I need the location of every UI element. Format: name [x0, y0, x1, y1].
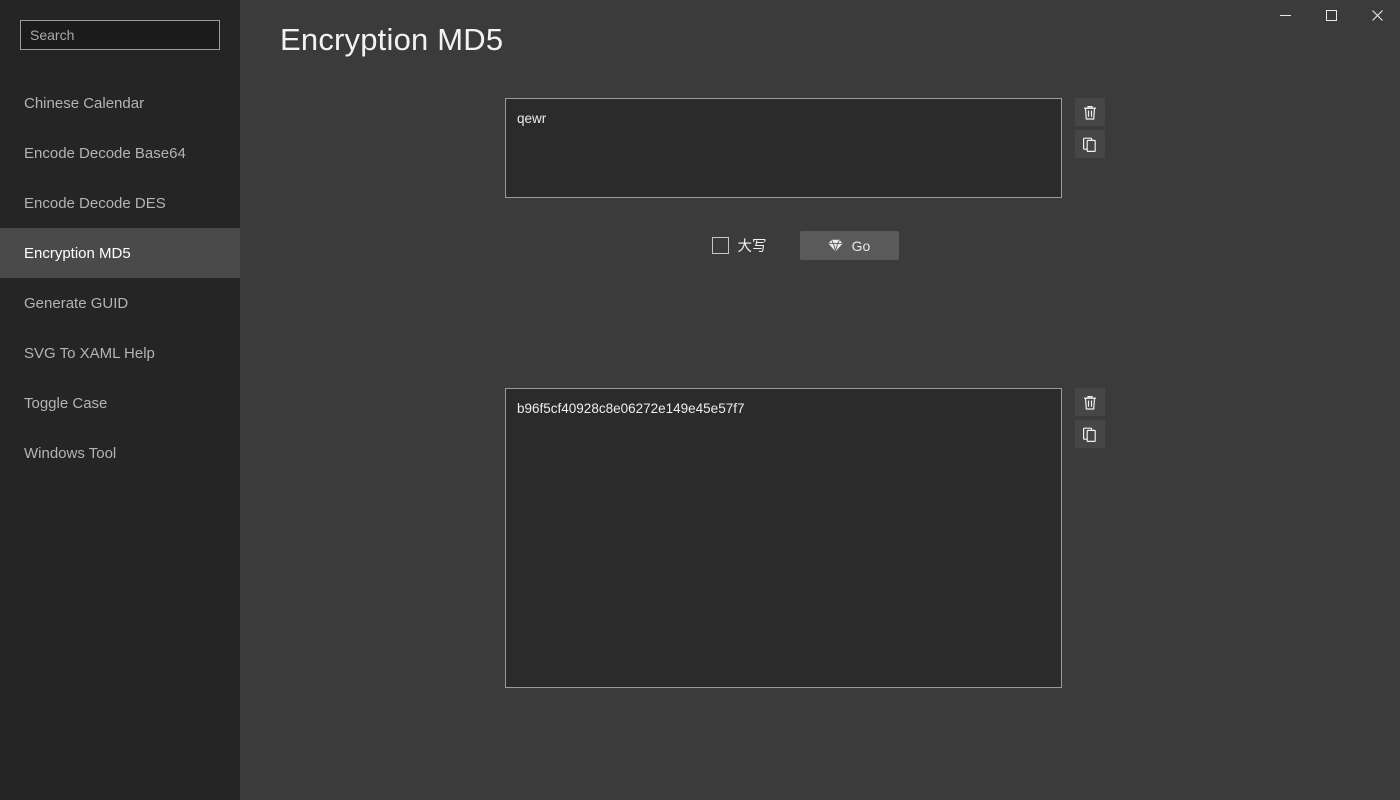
search-input[interactable] [20, 20, 220, 50]
uppercase-label: 大写 [737, 239, 767, 255]
input-textarea[interactable] [505, 98, 1062, 198]
sidebar-item-encode-decode-des[interactable]: Encode Decode DES [0, 178, 240, 228]
minimize-button[interactable] [1262, 0, 1308, 30]
go-button-label: Go [851, 237, 871, 254]
sidebar-item-label: Chinese Calendar [24, 94, 145, 112]
output-panel [505, 388, 1105, 688]
copy-icon [1082, 136, 1098, 153]
input-tools [1075, 98, 1105, 158]
app-window: Chinese Calendar Encode Decode Base64 En… [0, 0, 1400, 800]
titlebar [240, 0, 1400, 32]
copy-input-button[interactable] [1075, 130, 1105, 158]
search-container [0, 0, 240, 50]
sidebar-item-chinese-calendar[interactable]: Chinese Calendar [0, 78, 240, 128]
sidebar-item-label: Encryption MD5 [24, 244, 131, 262]
main-content: Encryption MD5 qewr 大写 Go b96f5cf40928c8… [240, 0, 1400, 800]
minimize-icon [1279, 10, 1291, 21]
controls-row: 大写 Go [505, 231, 1105, 260]
sidebar-item-label: SVG To XAML Help [24, 344, 155, 362]
sidebar-item-toggle-case[interactable]: Toggle Case [0, 378, 240, 428]
sidebar-item-label: Generate GUID [24, 294, 129, 312]
sidebar-item-svg-to-xaml-help[interactable]: SVG To XAML Help [0, 328, 240, 378]
sidebar-item-label: Encode Decode DES [24, 194, 166, 212]
clear-input-button[interactable] [1075, 98, 1105, 126]
diamond-icon [828, 239, 843, 252]
input-panel [505, 98, 1105, 198]
close-icon [1371, 9, 1383, 21]
copy-icon [1082, 426, 1098, 443]
uppercase-checkbox-wrapper[interactable]: 大写 [711, 235, 767, 256]
maximize-button[interactable] [1308, 0, 1354, 30]
sidebar-item-encryption-md5[interactable]: Encryption MD5 [0, 228, 240, 278]
sidebar-item-label: Encode Decode Base64 [24, 144, 186, 162]
copy-output-button[interactable] [1075, 420, 1105, 448]
clear-output-button[interactable] [1075, 388, 1105, 416]
sidebar-nav: Chinese Calendar Encode Decode Base64 En… [0, 78, 240, 478]
trash-icon [1082, 104, 1098, 121]
sidebar-item-label: Toggle Case [24, 394, 108, 412]
sidebar-item-generate-guid[interactable]: Generate GUID [0, 278, 240, 328]
close-button[interactable] [1354, 0, 1400, 30]
sidebar: Chinese Calendar Encode Decode Base64 En… [0, 0, 240, 800]
output-textarea[interactable] [505, 388, 1062, 688]
trash-icon [1082, 394, 1098, 411]
sidebar-item-windows-tool[interactable]: Windows Tool [0, 428, 240, 478]
go-button[interactable]: Go [799, 231, 899, 260]
output-tools [1075, 388, 1105, 448]
sidebar-item-encode-decode-base64[interactable]: Encode Decode Base64 [0, 128, 240, 178]
uppercase-checkbox[interactable] [711, 237, 729, 254]
sidebar-item-label: Windows Tool [24, 444, 117, 462]
maximize-icon [1325, 9, 1337, 21]
